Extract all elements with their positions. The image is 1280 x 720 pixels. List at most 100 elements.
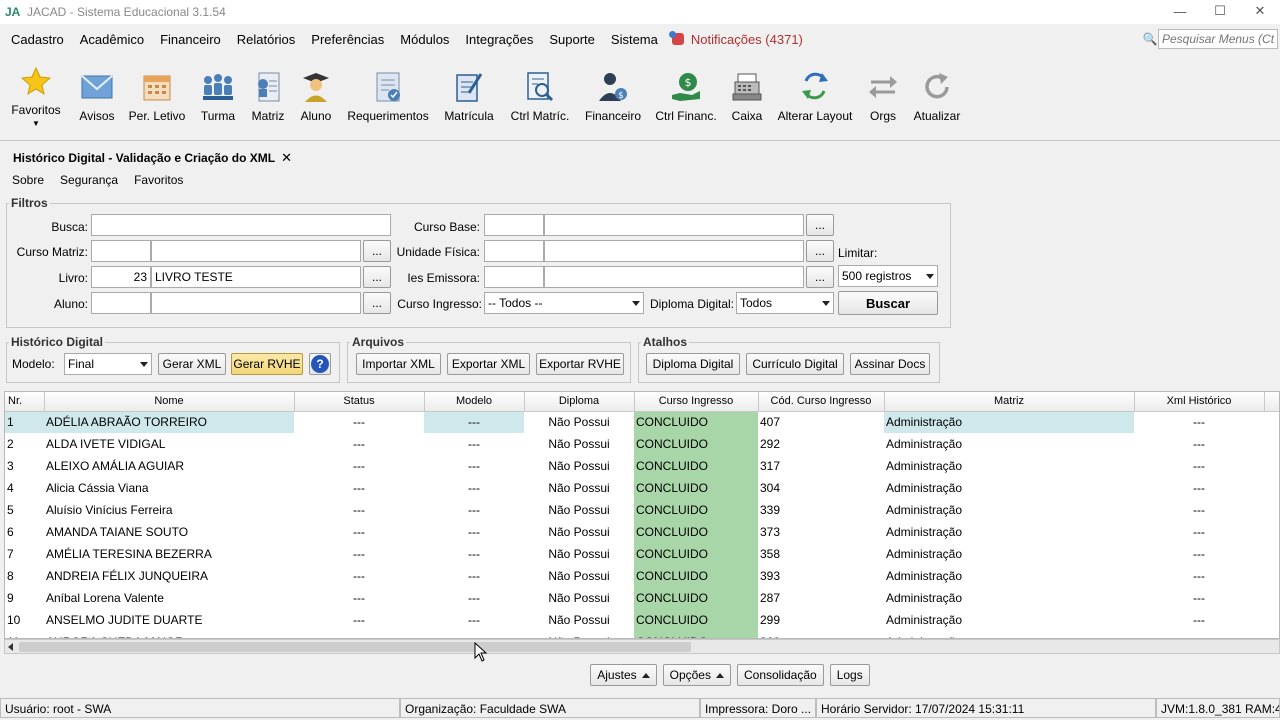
historico-legend: Histórico Digital [11, 335, 104, 349]
toolbar-aluno[interactable]: Aluno [296, 55, 336, 139]
livro-lookup-button[interactable]: ... [363, 266, 391, 288]
col-cod-curso-ingresso[interactable]: Cód. Curso Ingresso [758, 392, 885, 412]
curso-base-name-input[interactable] [544, 214, 804, 236]
table-row[interactable]: 11AURORA CUEDA MAIOR------Não PossuiCONC… [5, 631, 1279, 638]
table-row[interactable]: 9 Aníbal Lorena Valente --- --- Não Possui CO… [5, 587, 1279, 609]
curso-base-code-input[interactable] [484, 214, 544, 236]
table-row[interactable]: 2 ALDA IVETE VIDIGAL --- --- Não Possui CONCL… [5, 433, 1279, 455]
curso-base-lookup-button[interactable]: ... [806, 214, 834, 236]
menu-preferencias[interactable]: Preferências [303, 32, 392, 47]
toolbar-ctrl-financ[interactable]: $ Ctrl Financ. [652, 55, 720, 139]
help-button[interactable]: ? [309, 353, 331, 375]
notifications-link[interactable]: Notificações (4371) [668, 31, 803, 47]
diploma-digital-button[interactable]: Diploma Digital [646, 353, 740, 375]
curso-matriz-name-input[interactable] [151, 240, 361, 262]
aluno-lookup-button[interactable]: ... [363, 292, 391, 314]
unidade-fisica-lookup-button[interactable]: ... [806, 240, 834, 262]
curso-matriz-code-input[interactable] [91, 240, 151, 262]
ies-emissora-name-input[interactable] [544, 266, 804, 288]
busca-input[interactable] [91, 214, 391, 236]
col-nome[interactable]: Nome [44, 392, 295, 412]
ies-emissora-code-input[interactable] [484, 266, 544, 288]
gerar-rvhe-button[interactable]: Gerar RVHE [231, 353, 303, 375]
col-modelo[interactable]: Modelo [424, 392, 525, 412]
table-row[interactable]: 1 ADÉLIA ABRAÃO TORREIRO --- --- Não Possui C… [5, 411, 1279, 433]
ies-emissora-lookup-button[interactable]: ... [806, 266, 834, 288]
aluno-code-input[interactable] [91, 292, 151, 314]
minimize-icon[interactable]: — [1160, 0, 1200, 22]
menu-search-input[interactable] [1158, 29, 1278, 49]
opcoes-button[interactable]: Opções [662, 664, 731, 686]
close-window-icon[interactable]: ✕ [1240, 0, 1280, 22]
orgs-icon [865, 69, 901, 105]
submenu-favoritos[interactable]: Favoritos [134, 173, 183, 187]
toolbar-per-letivo[interactable]: Per. Letivo [126, 55, 188, 139]
table-row[interactable]: 6 AMANDA TAIANE SOUTO --- --- Não Possui CONC… [5, 521, 1279, 543]
toolbar-matricula[interactable]: Matrícula [440, 55, 498, 139]
scroll-thumb[interactable] [19, 642, 691, 652]
submenu-sobre[interactable]: Sobre [12, 173, 44, 187]
col-xml-historico[interactable]: Xml Histórico [1134, 392, 1265, 412]
finance-control-icon: $ [668, 69, 704, 105]
table-row[interactable]: 10 ANSELMO JUDITE DUARTE --- --- Não Possui C… [5, 609, 1279, 631]
table-row[interactable]: 5 Aluísio Vinícius Ferreira --- --- Não Poss… [5, 499, 1279, 521]
col-nr[interactable]: Nr. [5, 392, 45, 412]
menu-integracoes[interactable]: Integrações [457, 32, 541, 47]
table-row[interactable]: 7 AMÉLIA TERESINA BEZERRA --- --- Não Possui… [5, 543, 1279, 565]
close-tab-icon[interactable]: ✕ [281, 150, 292, 166]
limitar-select[interactable]: 500 registros [838, 265, 938, 287]
diploma-digital-select[interactable]: Todos [736, 292, 834, 314]
livro-name-input[interactable]: LIVRO TESTE [151, 266, 361, 288]
unidade-fisica-code-input[interactable] [484, 240, 544, 262]
cell-diploma: Não Possui [548, 481, 610, 495]
assinar-docs-button[interactable]: Assinar Docs [850, 353, 930, 375]
submenu-seguranca[interactable]: Segurança [60, 173, 118, 187]
toolbar-alterar-layout[interactable]: Alterar Layout [776, 55, 854, 139]
cell-modelo: --- [424, 411, 524, 433]
buscar-button[interactable]: Buscar [838, 291, 938, 315]
aluno-name-input[interactable] [151, 292, 361, 314]
modelo-select[interactable]: Final [64, 353, 152, 375]
maximize-icon[interactable]: ☐ [1200, 0, 1240, 22]
logs-button[interactable]: Logs [829, 664, 870, 686]
toolbar-financeiro[interactable]: $ Financeiro [582, 55, 644, 139]
curso-ingresso-select[interactable]: -- Todos -- [484, 292, 644, 314]
curso-matriz-lookup-button[interactable]: ... [363, 240, 391, 262]
menu-relatorios[interactable]: Relatórios [229, 32, 304, 47]
table-row[interactable]: 3 ALEIXO AMÁLIA AGUIAR --- --- Não Possui CON… [5, 455, 1279, 477]
toolbar-avisos[interactable]: Avisos [76, 55, 118, 139]
menu-academico[interactable]: Acadêmico [72, 32, 152, 47]
gerar-xml-button[interactable]: Gerar XML [158, 353, 226, 375]
col-diploma[interactable]: Diploma [524, 392, 635, 412]
toolbar-favoritos[interactable]: Favoritos ▼ [8, 55, 64, 139]
horizontal-scrollbar[interactable] [4, 639, 1280, 654]
scroll-left-icon[interactable] [8, 643, 13, 651]
menu-cadastro[interactable]: Cadastro [0, 32, 72, 47]
toolbar-orgs[interactable]: Orgs [864, 55, 902, 139]
cell-matriz: Administração [884, 411, 1134, 433]
col-status[interactable]: Status [294, 392, 425, 412]
toolbar-matriz[interactable]: Matriz [248, 55, 288, 139]
unidade-fisica-name-input[interactable] [544, 240, 804, 262]
toolbar-turma[interactable]: Turma [198, 55, 238, 139]
ajustes-button[interactable]: Ajustes [590, 664, 657, 686]
exportar-xml-button[interactable]: Exportar XML [447, 353, 530, 375]
menu-suporte[interactable]: Suporte [541, 32, 603, 47]
curriculo-digital-button[interactable]: Currículo Digital [746, 353, 844, 375]
toolbar-atualizar[interactable]: Atualizar [910, 55, 964, 139]
menu-modulos[interactable]: Módulos [392, 32, 457, 47]
toolbar-caixa[interactable]: Caixa [728, 55, 766, 139]
consolidacao-button[interactable]: Consolidação [736, 664, 824, 686]
menu-financeiro[interactable]: Financeiro [152, 32, 229, 47]
toolbar-requerimentos[interactable]: Requerimentos [346, 55, 430, 139]
col-matriz[interactable]: Matriz [884, 392, 1135, 412]
col-curso-ingresso[interactable]: Curso Ingresso [634, 392, 759, 412]
exportar-rvhe-button[interactable]: Exportar RVHE [536, 353, 624, 375]
toolbar-ctrl-matric[interactable]: Ctrl Matríc. [506, 55, 574, 139]
table-row[interactable]: 4 Alicia Cássia Viana --- --- Não Possui CONC… [5, 477, 1279, 499]
importar-xml-button[interactable]: Importar XML [356, 353, 441, 375]
document-tab[interactable]: Histórico Digital - Validação e Criação … [0, 146, 292, 170]
table-row[interactable]: 8 ANDREIA FÉLIX JUNQUEIRA --- --- Não Possui… [5, 565, 1279, 587]
menu-sistema[interactable]: Sistema [603, 32, 666, 47]
livro-code-input[interactable]: 23 [91, 266, 151, 288]
